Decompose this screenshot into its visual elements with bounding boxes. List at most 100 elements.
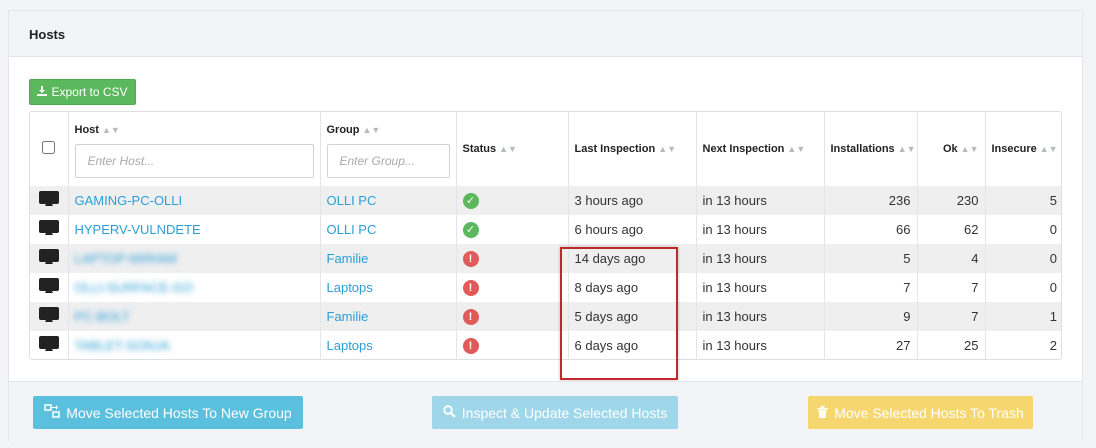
export-csv-button[interactable]: Export to CSV [29, 79, 136, 105]
insecure-cell: 1 [985, 302, 1061, 331]
last-inspection-cell: 14 days ago [568, 244, 697, 273]
host-cell[interactable]: PC-BOLT [68, 302, 321, 331]
host-link[interactable]: HYPERV-VULNDETE [75, 222, 201, 237]
row-select-cell[interactable] [30, 302, 69, 331]
last-inspection-cell: 3 hours ago [568, 186, 697, 215]
export-csv-label: Export to CSV [51, 85, 128, 99]
status-cell: ! [456, 273, 569, 302]
group-filter-input[interactable] [326, 144, 450, 178]
column-host-label: Host [74, 124, 99, 136]
group-link[interactable]: OLLI PC [327, 193, 377, 208]
inspect-update-button[interactable]: Inspect & Update Selected Hosts [432, 396, 678, 429]
exclamation-circle-icon: ! [462, 279, 479, 296]
installations-cell: 5 [824, 244, 918, 273]
column-insecure-label: Insecure [991, 143, 1037, 155]
group-cell[interactable]: Laptops [320, 331, 457, 359]
host-cell[interactable]: GAMING-PC-OLLI [68, 186, 321, 215]
row-select-cell[interactable] [30, 244, 69, 273]
column-header-insecure[interactable]: Insecure ▲▼ [985, 112, 1061, 186]
check-circle-icon: ✓ [462, 192, 479, 209]
host-cell[interactable]: HYPERV-VULNDETE [68, 215, 321, 244]
select-all-checkbox[interactable] [42, 141, 56, 154]
group-link[interactable]: Laptops [327, 280, 373, 295]
download-icon [37, 85, 48, 99]
insecure-cell: 0 [985, 273, 1061, 302]
column-header-ok[interactable]: Ok ▲▼ [917, 112, 986, 186]
sort-icon: ▲▼ [897, 144, 916, 154]
sort-icon: ▲▼ [787, 144, 806, 154]
host-link[interactable]: GAMING-PC-OLLI [75, 193, 183, 208]
exclamation-circle-icon: ! [462, 337, 479, 354]
next-inspection-cell: in 13 hours [696, 215, 825, 244]
next-inspection-cell: in 13 hours [696, 244, 825, 273]
next-inspection-cell: in 13 hours [696, 273, 825, 302]
group-link[interactable]: Laptops [327, 338, 373, 353]
table-row[interactable]: OLLI-SURFACE-GO Laptops! 8 days ago in 13 h… [30, 273, 1061, 302]
group-cell[interactable]: OLLI PC [320, 215, 457, 244]
inspect-update-label: Inspect & Update Selected Hosts [461, 404, 668, 421]
search-icon [443, 404, 456, 421]
table-row[interactable]: PC-BOLT Familie! 5 days ago in 13 hours 9 7 1 [30, 302, 1061, 331]
host-cell[interactable]: OLLI-SURFACE-GO [68, 273, 321, 302]
last-inspection-cell: 6 hours ago [568, 215, 697, 244]
installations-cell: 66 [824, 215, 918, 244]
group-link[interactable]: Familie [327, 309, 369, 324]
column-header-host[interactable]: Host ▲▼ [68, 112, 321, 186]
installations-cell: 7 [824, 273, 918, 302]
sort-icon: ▲▼ [960, 144, 979, 154]
row-select-cell[interactable] [30, 215, 69, 244]
column-header-installations[interactable]: Installations ▲▼ [824, 112, 918, 186]
desktop-icon [38, 191, 59, 210]
desktop-icon [38, 336, 59, 355]
column-header-group[interactable]: Group ▲▼ [320, 112, 457, 186]
table-row[interactable]: TABLET-SONJA Laptops! 6 days ago in 13 hour… [30, 331, 1061, 359]
column-last-inspection-label: Last Inspection [574, 143, 656, 155]
insecure-cell: 5 [985, 186, 1061, 215]
sort-icon: ▲▼ [1039, 144, 1058, 154]
column-ok-label: Ok [942, 143, 958, 155]
insecure-cell: 0 [985, 215, 1061, 244]
host-link[interactable]: TABLET-SONJA [75, 338, 170, 353]
group-link[interactable]: Familie [327, 251, 369, 266]
group-link[interactable]: OLLI PC [327, 222, 377, 237]
column-header-status[interactable]: Status ▲▼ [456, 112, 569, 186]
column-group-label: Group [326, 124, 360, 136]
ok-cell: 7 [917, 302, 986, 331]
status-cell: ! [456, 244, 569, 273]
column-status-label: Status [462, 143, 497, 155]
move-to-group-button[interactable]: Move Selected Hosts To New Group [33, 396, 303, 429]
last-inspection-cell: 6 days ago [568, 331, 697, 359]
check-circle-icon: ✓ [462, 221, 479, 238]
host-link[interactable]: OLLI-SURFACE-GO [75, 280, 193, 295]
table-row[interactable]: GAMING-PC-OLLI OLLI PC ✓ 3 hours ago in 13 h… [30, 186, 1061, 215]
host-link[interactable]: PC-BOLT [75, 309, 130, 324]
column-header-last-inspection[interactable]: Last Inspection ▲▼ [568, 112, 697, 186]
table-row[interactable]: HYPERV-VULNDETE OLLI PC ✓ 6 hours ago in 13 … [30, 215, 1061, 244]
move-to-trash-button[interactable]: Move Selected Hosts To Trash [808, 396, 1033, 429]
exclamation-circle-icon: ! [462, 250, 479, 267]
host-filter-input[interactable] [74, 144, 314, 178]
installations-cell: 9 [824, 302, 918, 331]
next-inspection-cell: in 13 hours [696, 331, 825, 359]
host-cell[interactable]: LAPTOP-MIRIAM [68, 244, 321, 273]
row-select-cell[interactable] [30, 273, 69, 302]
row-select-cell[interactable] [30, 331, 69, 359]
host-link[interactable]: LAPTOP-MIRIAM [75, 251, 177, 266]
insecure-cell: 2 [985, 331, 1061, 359]
status-cell: ✓ [456, 186, 569, 215]
column-header-next-inspection[interactable]: Next Inspection ▲▼ [696, 112, 825, 186]
move-to-trash-label: Move Selected Hosts To Trash [834, 404, 1024, 421]
row-select-cell[interactable] [30, 186, 69, 215]
group-cell[interactable]: Familie [320, 244, 457, 273]
group-cell[interactable]: Laptops [320, 273, 457, 302]
group-cell[interactable]: OLLI PC [320, 186, 457, 215]
sort-icon: ▲▼ [362, 125, 381, 135]
host-cell[interactable]: TABLET-SONJA [68, 331, 321, 359]
ok-cell: 25 [917, 331, 986, 359]
desktop-icon [38, 249, 59, 268]
table-row[interactable]: LAPTOP-MIRIAM Familie! 14 days ago in 13 ho… [30, 244, 1061, 273]
move-group-icon [44, 404, 61, 421]
group-cell[interactable]: Familie [320, 302, 457, 331]
hosts-panel: Hosts Export to CSV Host ▲▼ Enter Host..… [8, 10, 1083, 441]
footer-actions: Move Selected Hosts To New Group Inspect… [9, 381, 1082, 441]
